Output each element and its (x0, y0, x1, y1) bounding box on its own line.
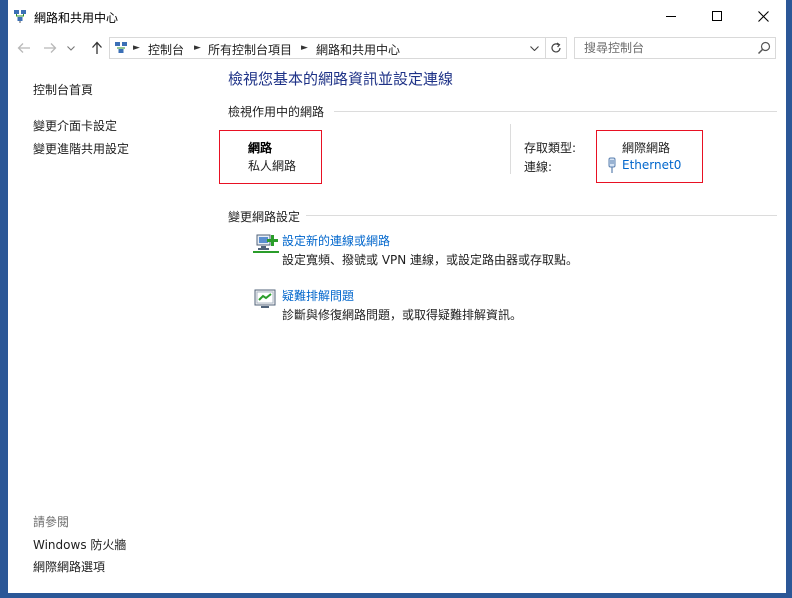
minimize-icon (666, 15, 676, 17)
up-arrow-icon (92, 41, 102, 54)
sidebar-item-change-adapter-settings[interactable]: 變更介面卡設定 (33, 117, 117, 134)
window-frame-left (0, 0, 8, 598)
active-networks-heading: 檢視作用中的網路 (228, 105, 325, 119)
sidebar-item-internet-options[interactable]: 網際網路選項 (33, 558, 105, 575)
chevron-down-icon (67, 45, 75, 51)
sidebar-item-control-panel-home[interactable]: 控制台首頁 (33, 81, 93, 98)
refresh-icon (551, 42, 561, 53)
troubleshoot-problems-link[interactable]: 疑難排解問題 (282, 287, 354, 304)
connection-highlight-box (596, 130, 703, 183)
setup-new-connection-description: 設定寬頻、撥號或 VPN 連線，或設定路由器或存取點。 (282, 253, 579, 267)
forward-arrow-icon (44, 43, 57, 53)
see-also-heading: 請參閱 (33, 515, 70, 529)
window-frame-right (786, 0, 792, 598)
section-divider (306, 215, 777, 216)
new-connection-icon[interactable] (253, 233, 279, 255)
chevron-down-icon (529, 45, 539, 51)
maximize-button[interactable] (694, 0, 740, 32)
close-button[interactable] (740, 0, 786, 32)
page-title: 檢視您基本的網路資訊並設定連線 (228, 70, 454, 88)
maximize-icon (712, 11, 722, 21)
troubleshoot-icon[interactable] (253, 288, 279, 310)
connections-label: 連線: (524, 160, 553, 174)
window-frame-bottom (0, 593, 792, 598)
navigation-bar: ► 控制台 ► 所有控制台項目 ► 網路和共用中心 (8, 34, 786, 62)
network-sharing-center-window: 網路和共用中心 ► 控制台 ► 所有控制台項目 ► 網路和共用中心 搜尋控制台 … (8, 0, 786, 593)
sidebar-item-change-advanced-sharing[interactable]: 變更進階共用設定 (33, 140, 129, 157)
minimize-button[interactable] (648, 0, 694, 32)
breadcrumb-separator-icon[interactable]: ► (301, 43, 308, 53)
close-icon (757, 10, 769, 22)
back-button[interactable] (13, 37, 35, 59)
breadcrumb-separator-icon[interactable]: ► (133, 43, 140, 53)
setup-new-connection-link[interactable]: 設定新的連線或網路 (282, 232, 390, 249)
section-divider (334, 111, 777, 112)
sidebar-item-windows-firewall[interactable]: Windows 防火牆 (33, 536, 126, 553)
breadcrumb-control-panel[interactable]: 控制台 (148, 41, 184, 58)
search-input[interactable] (575, 38, 753, 58)
control-panel-icon (115, 42, 127, 53)
search-box[interactable] (574, 37, 776, 59)
breadcrumb-all-items[interactable]: 所有控制台項目 (208, 41, 292, 58)
address-bar[interactable]: ► 控制台 ► 所有控制台項目 ► 網路和共用中心 (109, 37, 567, 59)
recent-locations-button[interactable] (64, 37, 78, 59)
address-dropdown-button[interactable] (524, 38, 544, 58)
network-highlight-box (219, 130, 322, 184)
troubleshoot-problems-description: 診斷與修復網路問題，或取得疑難排解資訊。 (282, 308, 523, 322)
sidebar: 控制台首頁 變更介面卡設定 變更進階共用設定 請參閱 Windows 防火牆 網… (8, 62, 213, 593)
title-bar[interactable]: 網路和共用中心 (8, 0, 786, 32)
breadcrumb-network-center[interactable]: 網路和共用中心 (316, 41, 400, 58)
breadcrumb-separator-icon[interactable]: ► (194, 43, 201, 53)
search-icon[interactable] (757, 41, 771, 55)
change-network-settings-heading: 變更網路設定 (228, 210, 301, 224)
network-center-icon (14, 10, 26, 23)
back-arrow-icon (17, 43, 30, 53)
up-button[interactable] (86, 37, 108, 59)
network-info-divider (510, 124, 511, 174)
refresh-button[interactable] (545, 38, 566, 58)
window-title: 網路和共用中心 (34, 11, 119, 25)
forward-button[interactable] (39, 37, 61, 59)
access-type-label: 存取類型: (524, 141, 577, 155)
main-content: 檢視您基本的網路資訊並設定連線 檢視作用中的網路 網路 私人網路 存取類型: 網… (213, 62, 786, 593)
